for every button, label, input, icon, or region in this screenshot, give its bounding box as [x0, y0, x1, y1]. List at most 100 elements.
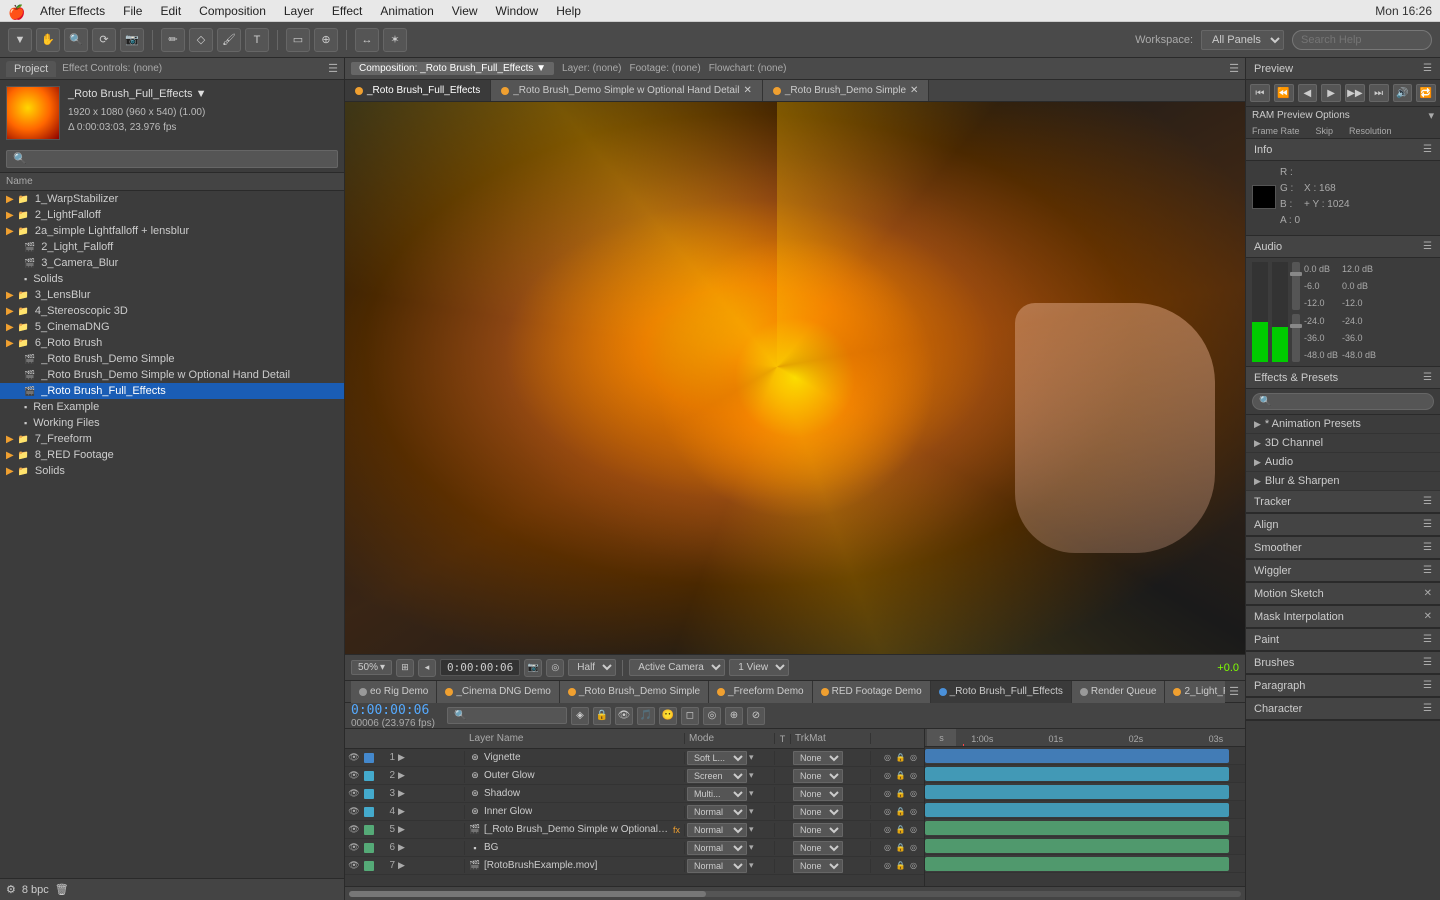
track-row-3[interactable]	[925, 801, 1245, 819]
layer-visibility-5[interactable]: 👁	[347, 841, 361, 855]
track-row-4[interactable]	[925, 819, 1245, 837]
layer-mode-select-1[interactable]: Screen	[687, 769, 747, 783]
layer-lock-6[interactable]: 🔒	[895, 860, 907, 872]
audio-panel-header[interactable]: Audio ☰	[1246, 236, 1440, 258]
mask-interp-close[interactable]: ✕	[1424, 611, 1432, 622]
layer-mode-select-5[interactable]: Normal	[687, 841, 747, 855]
timeline-scroll-track[interactable]	[349, 891, 1241, 897]
tree-item[interactable]: 🎬3_Camera_Blur	[0, 255, 344, 271]
track-row-2[interactable]	[925, 783, 1245, 801]
tool-puppet[interactable]: ✶	[383, 28, 407, 52]
menu-effect[interactable]: Effect	[324, 2, 370, 20]
layer-expand-2[interactable]: ▶	[398, 788, 405, 799]
tool-clone[interactable]: ⊕	[314, 28, 338, 52]
align-menu[interactable]: ☰	[1423, 519, 1432, 530]
effects-panel-header[interactable]: Effects & Presets ☰	[1246, 367, 1440, 389]
table-row[interactable]: 👁 1 ▶ ⊛ Vignette Soft L... ▾ None ◎ 🔒 ◎	[345, 749, 924, 767]
tool-brush[interactable]: 🖌	[217, 28, 241, 52]
menu-edit[interactable]: Edit	[152, 2, 189, 20]
viewer-comp-tab[interactable]: Composition: _Roto Brush_Full_Effects ▼	[351, 62, 554, 75]
tree-item[interactable]: 🎬_Roto Brush_Full_Effects	[0, 383, 344, 399]
tree-item[interactable]: ▪Ren Example	[0, 399, 344, 415]
menu-animation[interactable]: Animation	[372, 2, 441, 20]
preview-prev-frame-btn[interactable]: ⏪	[1274, 84, 1294, 102]
search-help-input[interactable]	[1292, 30, 1432, 50]
tree-item[interactable]: ▪Solids	[0, 271, 344, 287]
timeline-panel-menu[interactable]: ☰	[1229, 685, 1239, 698]
align-header[interactable]: Align ☰	[1246, 514, 1440, 536]
layer-trkmat-2[interactable]: None	[793, 787, 843, 801]
tree-item[interactable]: ▶📁2a_simple Lightfalloff + lensblur	[0, 223, 344, 239]
layer-expand-5[interactable]: ▶	[398, 842, 405, 853]
tree-item[interactable]: ▶📁6_Roto Brush	[0, 335, 344, 351]
viewer-footage-tab[interactable]: Footage: (none)	[630, 63, 701, 74]
comp-tab-2[interactable]: _Roto Brush_Demo Simple ✕	[763, 80, 930, 102]
layer-motion-blur-4[interactable]: ◎	[908, 824, 920, 836]
tree-item[interactable]: ▶📁3_LensBlur	[0, 287, 344, 303]
timeline-tab-3[interactable]: _Freeform Demo	[709, 681, 813, 703]
layer-lock-4[interactable]: 🔒	[895, 824, 907, 836]
viewer-panel-menu[interactable]: ☰	[1229, 62, 1239, 75]
table-row[interactable]: 👁 7 ▶ 🎬 [RotoBrushExample.mov] Normal ▾ …	[345, 857, 924, 875]
preview-step-back[interactable]: ◀	[1298, 84, 1318, 102]
tl-collapse[interactable]: ⊘	[747, 707, 765, 725]
tool-align[interactable]: ↔	[355, 28, 379, 52]
tracker-header[interactable]: Tracker ☰	[1246, 491, 1440, 513]
tool-shape[interactable]: ▭	[286, 28, 310, 52]
timeline-tab-0[interactable]: eo Rig Demo	[351, 681, 437, 703]
tree-item[interactable]: ▶📁8_RED Footage	[0, 447, 344, 463]
tool-camera[interactable]: 📷	[120, 28, 144, 52]
layer-mode-select-4[interactable]: Normal	[687, 823, 747, 837]
tool-zoom[interactable]: 🔍	[64, 28, 88, 52]
layer-trkmat-6[interactable]: None	[793, 859, 843, 873]
zoom-control[interactable]: 50% ▾	[351, 660, 392, 675]
menu-composition[interactable]: Composition	[191, 2, 274, 20]
layer-expand-6[interactable]: ▶	[398, 860, 405, 871]
workspace-select[interactable]: All Panels	[1201, 30, 1284, 50]
tl-shy[interactable]: 😶	[659, 707, 677, 725]
wiggler-menu[interactable]: ☰	[1423, 565, 1432, 576]
track-row-6[interactable]	[925, 855, 1245, 873]
effects-item-3[interactable]: ▶Blur & Sharpen	[1246, 472, 1440, 491]
layer-solo-1[interactable]: ◎	[882, 770, 894, 782]
tree-item[interactable]: ▶📁4_Stereoscopic 3D	[0, 303, 344, 319]
timeline-tab-4[interactable]: RED Footage Demo	[813, 681, 931, 703]
layer-lock-3[interactable]: 🔒	[895, 806, 907, 818]
preview-loop[interactable]: 🔁	[1416, 84, 1436, 102]
tree-item[interactable]: ▶📁5_CinemaDNG	[0, 319, 344, 335]
info-panel-header[interactable]: Info ☰	[1246, 139, 1440, 161]
preview-step-fwd[interactable]: ▶▶	[1345, 84, 1365, 102]
timeline-tab-7[interactable]: 2_Light_Falloff	[1165, 681, 1225, 703]
layer-visibility-6[interactable]: 👁	[347, 859, 361, 873]
viewer-timecode[interactable]: 0:00:00:06	[440, 659, 520, 676]
viewer-motion-blur[interactable]: ◎	[546, 659, 564, 677]
preview-panel-header[interactable]: Preview ☰	[1246, 58, 1440, 80]
effects-item-2[interactable]: ▶Audio	[1246, 453, 1440, 472]
tl-moblur[interactable]: ◎	[703, 707, 721, 725]
file-tree[interactable]: ▶📁1_WarpStabilizer▶📁2_LightFalloff▶📁2a_s…	[0, 191, 344, 878]
ram-preview-expand[interactable]: ▾	[1428, 109, 1434, 122]
tool-text[interactable]: T	[245, 28, 269, 52]
viewer-layout-select[interactable]: 1 View	[729, 659, 789, 676]
audio-panel-menu[interactable]: ☰	[1423, 241, 1432, 252]
menu-view[interactable]: View	[444, 2, 486, 20]
layer-visibility-2[interactable]: 👁	[347, 787, 361, 801]
menu-window[interactable]: Window	[488, 2, 547, 20]
audio-slider-right[interactable]	[1292, 314, 1300, 362]
slider-thumb-left[interactable]	[1290, 272, 1302, 276]
table-row[interactable]: 👁 4 ▶ ⊛ Inner Glow Normal ▾ None ◎ 🔒 ◎	[345, 803, 924, 821]
menu-help[interactable]: Help	[548, 2, 589, 20]
tree-item[interactable]: 🎬_Roto Brush_Demo Simple w Optional Hand…	[0, 367, 344, 383]
layer-trkmat-1[interactable]: None	[793, 769, 843, 783]
tl-solo[interactable]: ◈	[571, 707, 589, 725]
project-search-input[interactable]	[6, 150, 338, 168]
layer-visibility-1[interactable]: 👁	[347, 769, 361, 783]
tl-lock[interactable]: 🔒	[593, 707, 611, 725]
tree-item[interactable]: ▶📁7_Freeform	[0, 431, 344, 447]
layer-visibility-3[interactable]: 👁	[347, 805, 361, 819]
viewer-view-select[interactable]: Active Camera	[629, 659, 725, 676]
comp-tab-1[interactable]: _Roto Brush_Demo Simple w Optional Hand …	[491, 80, 763, 102]
tree-item[interactable]: 🎬_Roto Brush_Demo Simple	[0, 351, 344, 367]
brushes-menu[interactable]: ☰	[1423, 657, 1432, 668]
character-header[interactable]: Character ☰	[1246, 698, 1440, 720]
